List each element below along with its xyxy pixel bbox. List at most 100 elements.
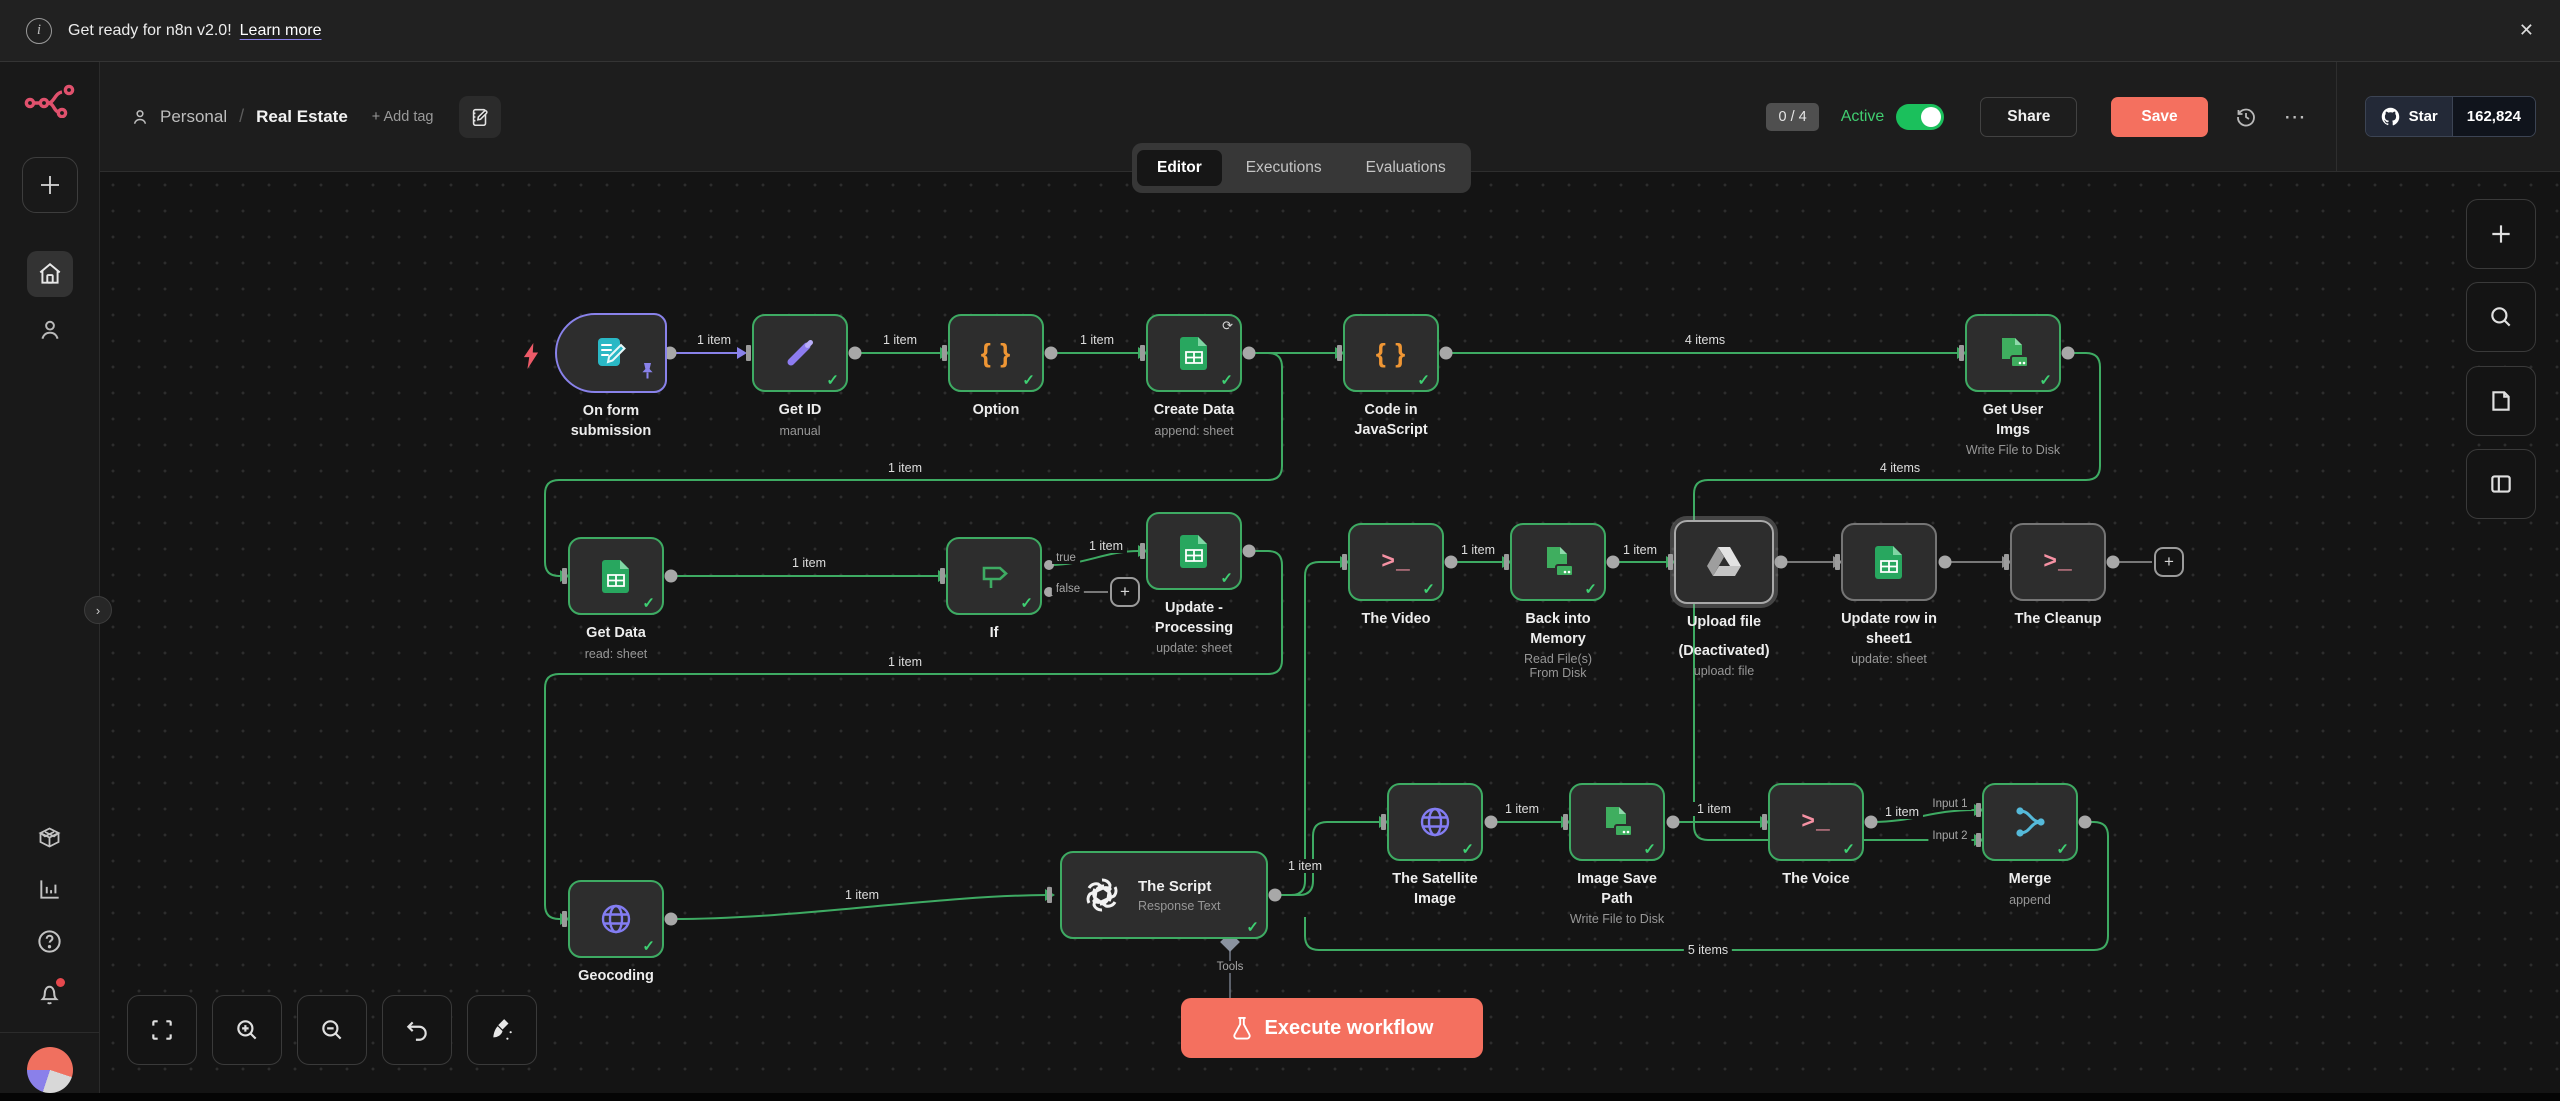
node-title: Geocoding	[568, 967, 664, 987]
sticky-note-button[interactable]	[2466, 366, 2536, 436]
zoom-in-button[interactable]	[212, 995, 282, 1065]
node-title: Upload file	[1674, 613, 1774, 633]
success-check-icon: ✓	[2056, 840, 2069, 858]
user-avatar[interactable]	[27, 1047, 73, 1093]
tools-label: Tools	[1213, 961, 1248, 973]
more-options-button[interactable]: ⋯	[2284, 104, 2308, 130]
ellipsis-icon: ⋯	[2284, 104, 2308, 130]
google-sheets-icon	[1872, 544, 1906, 580]
github-icon	[2380, 106, 2401, 127]
edge-label: 1 item	[884, 655, 926, 669]
node-subtitle: manual	[752, 424, 848, 438]
openai-icon	[1080, 873, 1124, 917]
zoom-to-fit-button[interactable]	[127, 995, 197, 1065]
globe-icon	[597, 900, 635, 938]
toggle-panel-button[interactable]	[2466, 449, 2536, 519]
sidebar-item-insights[interactable]	[27, 866, 73, 912]
sidebar-item-help[interactable]	[27, 918, 73, 964]
node-geocoding[interactable]: ✓ Geocoding	[568, 880, 664, 987]
form-icon	[591, 333, 631, 373]
success-check-icon: ✓	[642, 594, 655, 612]
sidebar-item-whats-new[interactable]	[27, 970, 73, 1016]
node-title: On form submission	[555, 402, 667, 441]
node-title: Get User Imgs	[1965, 401, 2061, 440]
zoom-out-button[interactable]	[297, 995, 367, 1065]
terminal-icon: >_	[2043, 549, 2073, 575]
share-button[interactable]: Share	[1980, 97, 2077, 137]
banner-close-icon[interactable]: ✕	[2519, 20, 2534, 41]
update-banner: i Get ready for n8n v2.0! Learn more ✕	[0, 0, 2560, 62]
history-button[interactable]	[2234, 105, 2258, 129]
sidebar-collapse-button[interactable]: ›	[84, 596, 112, 624]
sidebar-item-templates[interactable]	[27, 814, 73, 860]
node-subtitle: upload: file	[1674, 664, 1774, 678]
node-get-data[interactable]: ✓ Get Data read: sheet	[568, 537, 664, 661]
node-subtitle: append	[1982, 893, 2078, 907]
node-merge[interactable]: ✓ Merge append	[1982, 783, 2078, 907]
read-file-icon	[1539, 543, 1577, 581]
node-if[interactable]: ✓ If	[946, 537, 1042, 644]
edge-label: 1 item	[841, 888, 883, 902]
success-check-icon: ✓	[642, 937, 655, 955]
execute-workflow-button[interactable]: Execute workflow	[1181, 998, 1483, 1058]
sidebar-item-personal[interactable]	[27, 307, 73, 353]
edge-label: 1 item	[879, 333, 921, 347]
edge-label: 1 item	[1457, 543, 1499, 557]
tab-evaluations[interactable]: Evaluations	[1346, 150, 1466, 186]
success-check-icon: ✓	[1246, 918, 1259, 936]
edge-label: 1 item	[1284, 859, 1326, 873]
tab-executions[interactable]: Executions	[1226, 150, 1342, 186]
learn-more-link[interactable]: Learn more	[240, 22, 322, 40]
node-upload-file[interactable]: Upload file (Deactivated) upload: file	[1674, 520, 1774, 678]
github-star-label: Star	[2409, 108, 2438, 125]
node-code-in-javascript[interactable]: { } ✓ Code in JavaScript	[1343, 314, 1439, 440]
search-nodes-button[interactable]	[2466, 282, 2536, 352]
node-the-cleanup[interactable]: >_ The Cleanup	[2010, 523, 2106, 630]
node-title: The Voice	[1768, 870, 1864, 890]
sidebar	[0, 62, 100, 1093]
add-node-panel-button[interactable]	[2466, 199, 2536, 269]
node-the-voice[interactable]: >_ ✓ The Voice	[1768, 783, 1864, 890]
google-sheets-icon	[1177, 335, 1211, 371]
execution-count-badge: 0 / 4	[1766, 103, 1818, 131]
node-update-row-in-sheet1[interactable]: Update row in sheet1 update: sheet	[1841, 523, 1937, 666]
node-get-id[interactable]: ✓ Get ID manual	[752, 314, 848, 438]
node-the-script[interactable]: The Script Response Text ✓	[1060, 851, 1268, 939]
node-get-user-imgs[interactable]: ✓ Get User Imgs Write File to Disk	[1965, 314, 2061, 457]
breadcrumb-project[interactable]: Personal	[160, 107, 227, 127]
banner-text: Get ready for n8n v2.0!	[68, 22, 232, 40]
tidy-up-button[interactable]	[467, 995, 537, 1065]
help-icon	[36, 928, 63, 955]
add-node-button-false-branch[interactable]: +	[1110, 577, 1140, 607]
node-the-satellite-image[interactable]: ✓ The Satellite Image	[1387, 783, 1483, 909]
node-on-form-submission[interactable]: On form submission	[555, 313, 667, 441]
sidebar-item-overview[interactable]	[27, 251, 73, 297]
view-tabs: Editor Executions Evaluations	[1132, 143, 1471, 193]
node-create-data[interactable]: ⟳ ✓ Create Data append: sheet	[1146, 314, 1242, 438]
new-workflow-button[interactable]	[22, 157, 78, 213]
add-tag-button[interactable]: + Add tag	[372, 109, 434, 125]
info-icon: i	[26, 18, 52, 44]
node-update-processing[interactable]: ✓ Update - Processing update: sheet	[1146, 512, 1242, 655]
add-node-button-cleanup[interactable]: +	[2154, 547, 2184, 577]
node-back-into-memory[interactable]: ✓ Back into Memory Read File(s) From Dis…	[1510, 523, 1606, 680]
home-icon	[37, 261, 63, 287]
node-title-deactivated: (Deactivated)	[1674, 642, 1774, 662]
tab-editor[interactable]: Editor	[1137, 150, 1222, 186]
github-star-widget[interactable]: Star 162,824	[2365, 96, 2536, 137]
node-subtitle: Write File to Disk	[1965, 443, 2061, 457]
workflow-name[interactable]: Real Estate	[256, 107, 348, 127]
code-braces-icon: { }	[1376, 338, 1406, 369]
edit-workflow-button[interactable]	[459, 96, 501, 138]
save-button[interactable]: Save	[2111, 97, 2207, 137]
node-title: Get ID	[752, 401, 848, 421]
success-check-icon: ✓	[1842, 840, 1855, 858]
node-image-save-path[interactable]: ✓ Image Save Path Write File to Disk	[1569, 783, 1665, 926]
undo-button[interactable]	[382, 995, 452, 1065]
active-toggle[interactable]	[1896, 104, 1944, 130]
edge-label: 1 item	[1085, 539, 1127, 553]
node-option[interactable]: { } ✓ Option	[948, 314, 1044, 421]
node-the-video[interactable]: >_ ✓ The Video	[1348, 523, 1444, 630]
workflow-canvas[interactable]: On form submission ✓ Get ID manual { } ✓…	[100, 172, 2560, 1093]
fit-view-icon	[149, 1017, 175, 1043]
